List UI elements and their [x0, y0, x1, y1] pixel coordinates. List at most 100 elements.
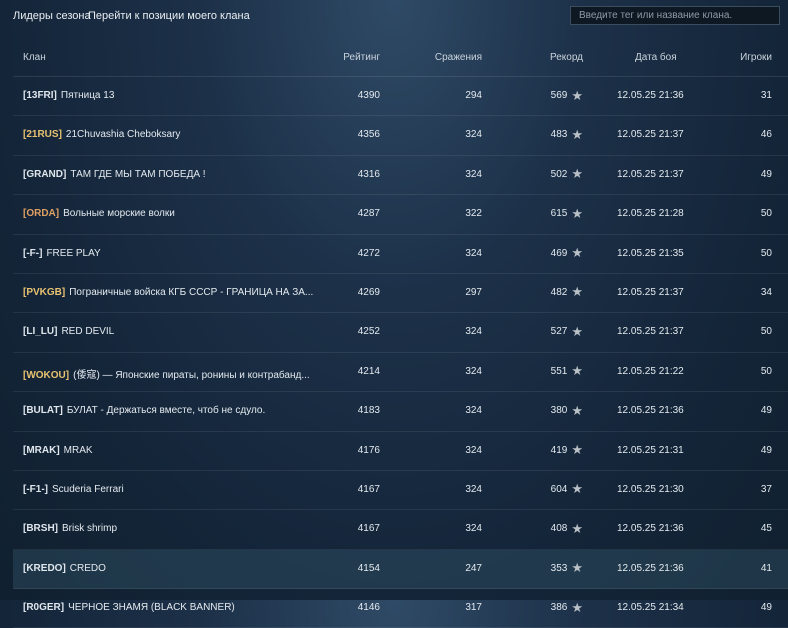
- clan-tag[interactable]: [BULAT]: [23, 405, 63, 416]
- clan-name[interactable]: БУЛАТ - Держаться вместе, чтоб не сдуло.: [67, 405, 265, 416]
- table-row[interactable]: [PVKGB] Пограничные войска КГБ СССР - ГРА…: [13, 274, 788, 314]
- column-header-battles[interactable]: Сражения: [435, 52, 482, 63]
- clan-tag[interactable]: [PVKGB]: [23, 287, 65, 298]
- clan-cell: [-F-] FREE PLAY: [23, 248, 101, 259]
- clan-tag[interactable]: [ORDA]: [23, 208, 59, 219]
- rating-cell: 4146: [357, 602, 380, 614]
- table-row[interactable]: [LI_LU] RED DEVIL 4252 324 527 ★ 12.05.25 21:3…: [13, 313, 788, 353]
- clan-search-input[interactable]: [570, 6, 780, 25]
- clan-tag[interactable]: [-F-]: [23, 248, 42, 259]
- clan-name[interactable]: FREE PLAY: [46, 248, 100, 259]
- clan-cell: [LI_LU] RED DEVIL: [23, 326, 114, 337]
- battle-date-cell: 12.05.25 21:35: [617, 247, 684, 259]
- table-row[interactable]: [21RUS] 21Chuvashia Cheboksary 4356 324 483 ★…: [13, 116, 788, 156]
- column-header-players[interactable]: Игроки: [740, 52, 772, 63]
- table-row[interactable]: [BRSH] Brisk shrimp 4167 324 408 ★ 12.05.25 21…: [13, 510, 788, 550]
- clan-name[interactable]: Вольные морские волки: [63, 208, 175, 219]
- table-row[interactable]: [MRAK] MRAK 4176 324 419 ★ 12.05.25 21:31 49: [13, 432, 788, 471]
- column-header-record[interactable]: Рекорд: [550, 52, 583, 63]
- players-cell: 41: [760, 562, 772, 574]
- clan-cell: [R0GER] ЧЕРНОЕ ЗНАМЯ (BLACK BANNER): [23, 602, 235, 613]
- table-row[interactable]: [GRAND] ТАМ ГДЕ МЫ ТАМ ПОБЕДА ! 4316 324 502…: [13, 156, 788, 196]
- record-cell: 551 ★: [551, 364, 583, 377]
- players-cell: 49: [760, 602, 772, 614]
- battles-cell: 297: [465, 286, 482, 298]
- battle-date-cell: 12.05.25 21:36: [617, 90, 684, 101]
- battle-date-cell: 12.05.25 21:22: [617, 365, 684, 377]
- star-icon: ★: [571, 205, 583, 221]
- battle-date-cell: 12.05.25 21:34: [617, 602, 684, 614]
- clan-name[interactable]: MRAK: [64, 445, 93, 456]
- clan-name[interactable]: Пограничные войска КГБ СССР - ГРАНИЦА НА…: [69, 287, 313, 298]
- record-cell: 527 ★: [550, 325, 583, 338]
- star-icon: ★: [571, 284, 583, 300]
- battles-cell: 294: [465, 90, 482, 101]
- star-icon: ★: [571, 560, 583, 576]
- clan-name[interactable]: ТАМ ГДЕ МЫ ТАМ ПОБЕДА !: [70, 169, 205, 180]
- battles-cell: 324: [465, 523, 482, 535]
- clan-tag[interactable]: [13FRI]: [23, 90, 57, 101]
- clan-name[interactable]: Scuderia Ferrari: [52, 484, 124, 495]
- clan-tag[interactable]: [-F1-]: [23, 484, 48, 495]
- table-row[interactable]: [WOKOU] (倭寇) — Японские пираты, ронины и …: [13, 353, 788, 393]
- record-cell: 604 ★: [551, 481, 583, 497]
- clan-tag[interactable]: [GRAND]: [23, 169, 66, 180]
- rating-cell: 4167: [357, 523, 380, 535]
- table-row[interactable]: [BULAT] БУЛАТ - Держаться вместе, чтоб не…: [13, 392, 788, 432]
- rating-cell: 4154: [357, 562, 380, 574]
- rating-cell: 4272: [357, 247, 380, 259]
- star-icon: ★: [571, 481, 583, 497]
- record-value: 419: [550, 444, 568, 456]
- rating-cell: 4287: [357, 208, 380, 220]
- clan-cell: [-F1-] Scuderia Ferrari: [23, 484, 124, 495]
- star-icon: ★: [571, 520, 583, 536]
- players-cell: 34: [760, 286, 772, 298]
- clan-name[interactable]: 21Chuvashia Cheboksary: [66, 129, 181, 140]
- table-row[interactable]: [-F1-] Scuderia Ferrari 4167 324 604 ★ 12.05.2…: [13, 471, 788, 511]
- rating-cell: 4316: [357, 168, 380, 180]
- rating-cell: 4390: [357, 90, 380, 101]
- table-row[interactable]: [R0GER] ЧЕРНОЕ ЗНАМЯ (BLACK BANNER) 4146 31…: [13, 589, 788, 628]
- table-body: [13FRI] Пятница 13 4390 294 569 ★ 12.05.25 21:…: [13, 77, 788, 628]
- clan-name[interactable]: ЧЕРНОЕ ЗНАМЯ (BLACK BANNER): [68, 602, 235, 613]
- clan-tag[interactable]: [R0GER]: [23, 602, 64, 613]
- table-row[interactable]: [KREDO] CREDO 4154 247 353 ★ 12.05.25 21:36 41: [13, 549, 788, 590]
- rating-cell: 4167: [357, 483, 380, 495]
- clan-tag[interactable]: [BRSH]: [23, 523, 58, 534]
- column-header-clan[interactable]: Клан: [23, 52, 46, 63]
- season-leaders-link[interactable]: Лидеры сезона: [13, 10, 91, 22]
- players-cell: 50: [760, 208, 772, 220]
- table-row[interactable]: [-F-] FREE PLAY 4272 324 469 ★ 12.05.25 21:35 5…: [13, 235, 788, 274]
- star-icon: ★: [571, 87, 583, 103]
- clan-leaderboard-table: Клан Рейтинг Сражения Рекорд Дата боя Иг…: [13, 38, 788, 628]
- clan-cell: [PVKGB] Пограничные войска КГБ СССР - ГРА…: [23, 287, 313, 298]
- players-cell: 37: [760, 483, 772, 495]
- star-icon: ★: [571, 599, 583, 615]
- clan-cell: [BULAT] БУЛАТ - Держаться вместе, чтоб не…: [23, 405, 265, 416]
- table-row[interactable]: [13FRI] Пятница 13 4390 294 569 ★ 12.05.25 21:…: [13, 77, 788, 117]
- star-icon: ★: [571, 166, 583, 182]
- clan-name[interactable]: Brisk shrimp: [62, 523, 117, 534]
- clan-tag[interactable]: [WOKOU]: [23, 370, 69, 381]
- clan-tag[interactable]: [MRAK]: [23, 445, 60, 456]
- clan-tag[interactable]: [LI_LU]: [23, 326, 57, 337]
- battle-date-cell: 12.05.25 21:31: [617, 444, 684, 456]
- goto-my-clan-link[interactable]: Перейти к позиции моего клана: [88, 10, 250, 22]
- battle-date-cell: 12.05.25 21:36: [617, 562, 684, 574]
- players-cell: 31: [760, 90, 772, 101]
- star-icon: ★: [571, 402, 583, 418]
- table-row[interactable]: [ORDA] Вольные морские волки 4287 322 615 ★ 12…: [13, 195, 788, 235]
- clan-name[interactable]: CREDO: [70, 563, 106, 574]
- record-value: 502: [550, 168, 568, 180]
- column-header-date[interactable]: Дата боя: [635, 52, 677, 63]
- table-header: Клан Рейтинг Сражения Рекорд Дата боя Иг…: [13, 38, 788, 77]
- clan-name[interactable]: RED DEVIL: [61, 326, 114, 337]
- clan-name[interactable]: (倭寇) — Японские пираты, ронины и контраб…: [73, 370, 310, 381]
- clan-name[interactable]: Пятница 13: [61, 90, 114, 101]
- battle-date-cell: 12.05.25 21:36: [617, 523, 684, 535]
- column-header-rating[interactable]: Рейтинг: [343, 52, 380, 63]
- battles-cell: 322: [465, 208, 482, 220]
- clan-tag[interactable]: [21RUS]: [23, 129, 62, 140]
- clan-tag[interactable]: [KREDO]: [23, 563, 66, 574]
- record-value: 527: [550, 326, 568, 338]
